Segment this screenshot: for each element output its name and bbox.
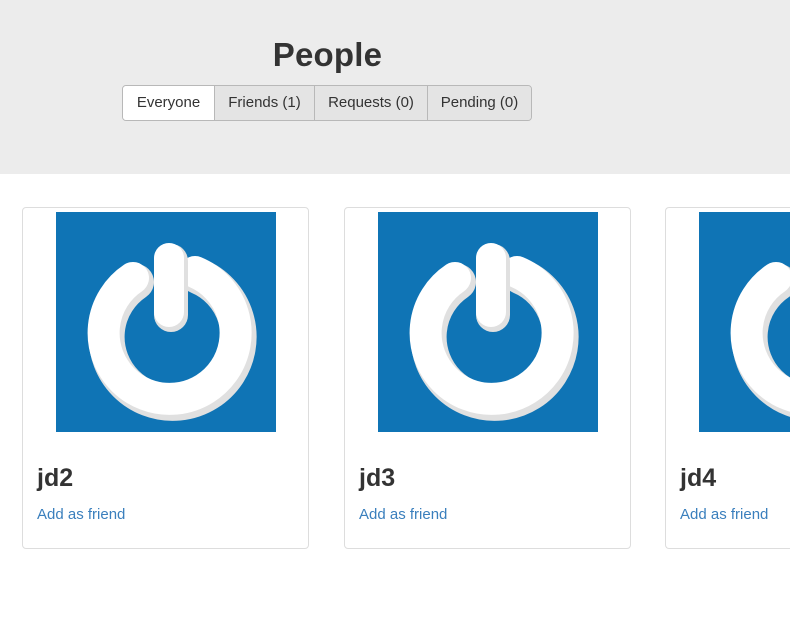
page-header: People Everyone Friends (1) Requests (0)… [0, 0, 790, 174]
gravatar-power-icon [87, 243, 257, 421]
person-card: jd3 Add as friend [344, 207, 631, 549]
person-card: jd4 Add as friend [665, 207, 790, 549]
add-as-friend-link[interactable]: Add as friend [37, 506, 125, 523]
avatar[interactable] [378, 212, 598, 432]
tab-everyone[interactable]: Everyone [123, 86, 214, 120]
people-filter-tabs: Everyone Friends (1) Requests (0) Pendin… [122, 85, 532, 121]
add-as-friend-link[interactable]: Add as friend [680, 506, 768, 523]
username[interactable]: jd3 [359, 464, 395, 493]
tab-pending[interactable]: Pending (0) [427, 86, 531, 120]
page-title: People [272, 36, 383, 73]
avatar[interactable] [699, 212, 790, 432]
gravatar-power-icon [730, 262, 790, 417]
avatar[interactable] [56, 212, 276, 432]
username[interactable]: jd2 [37, 464, 73, 493]
add-as-friend-link[interactable]: Add as friend [359, 506, 447, 523]
username[interactable]: jd4 [680, 464, 716, 493]
tab-requests[interactable]: Requests (0) [314, 86, 427, 120]
tab-friends[interactable]: Friends (1) [214, 86, 314, 120]
person-card: jd2 Add as friend [22, 207, 309, 549]
gravatar-power-icon [409, 243, 579, 421]
